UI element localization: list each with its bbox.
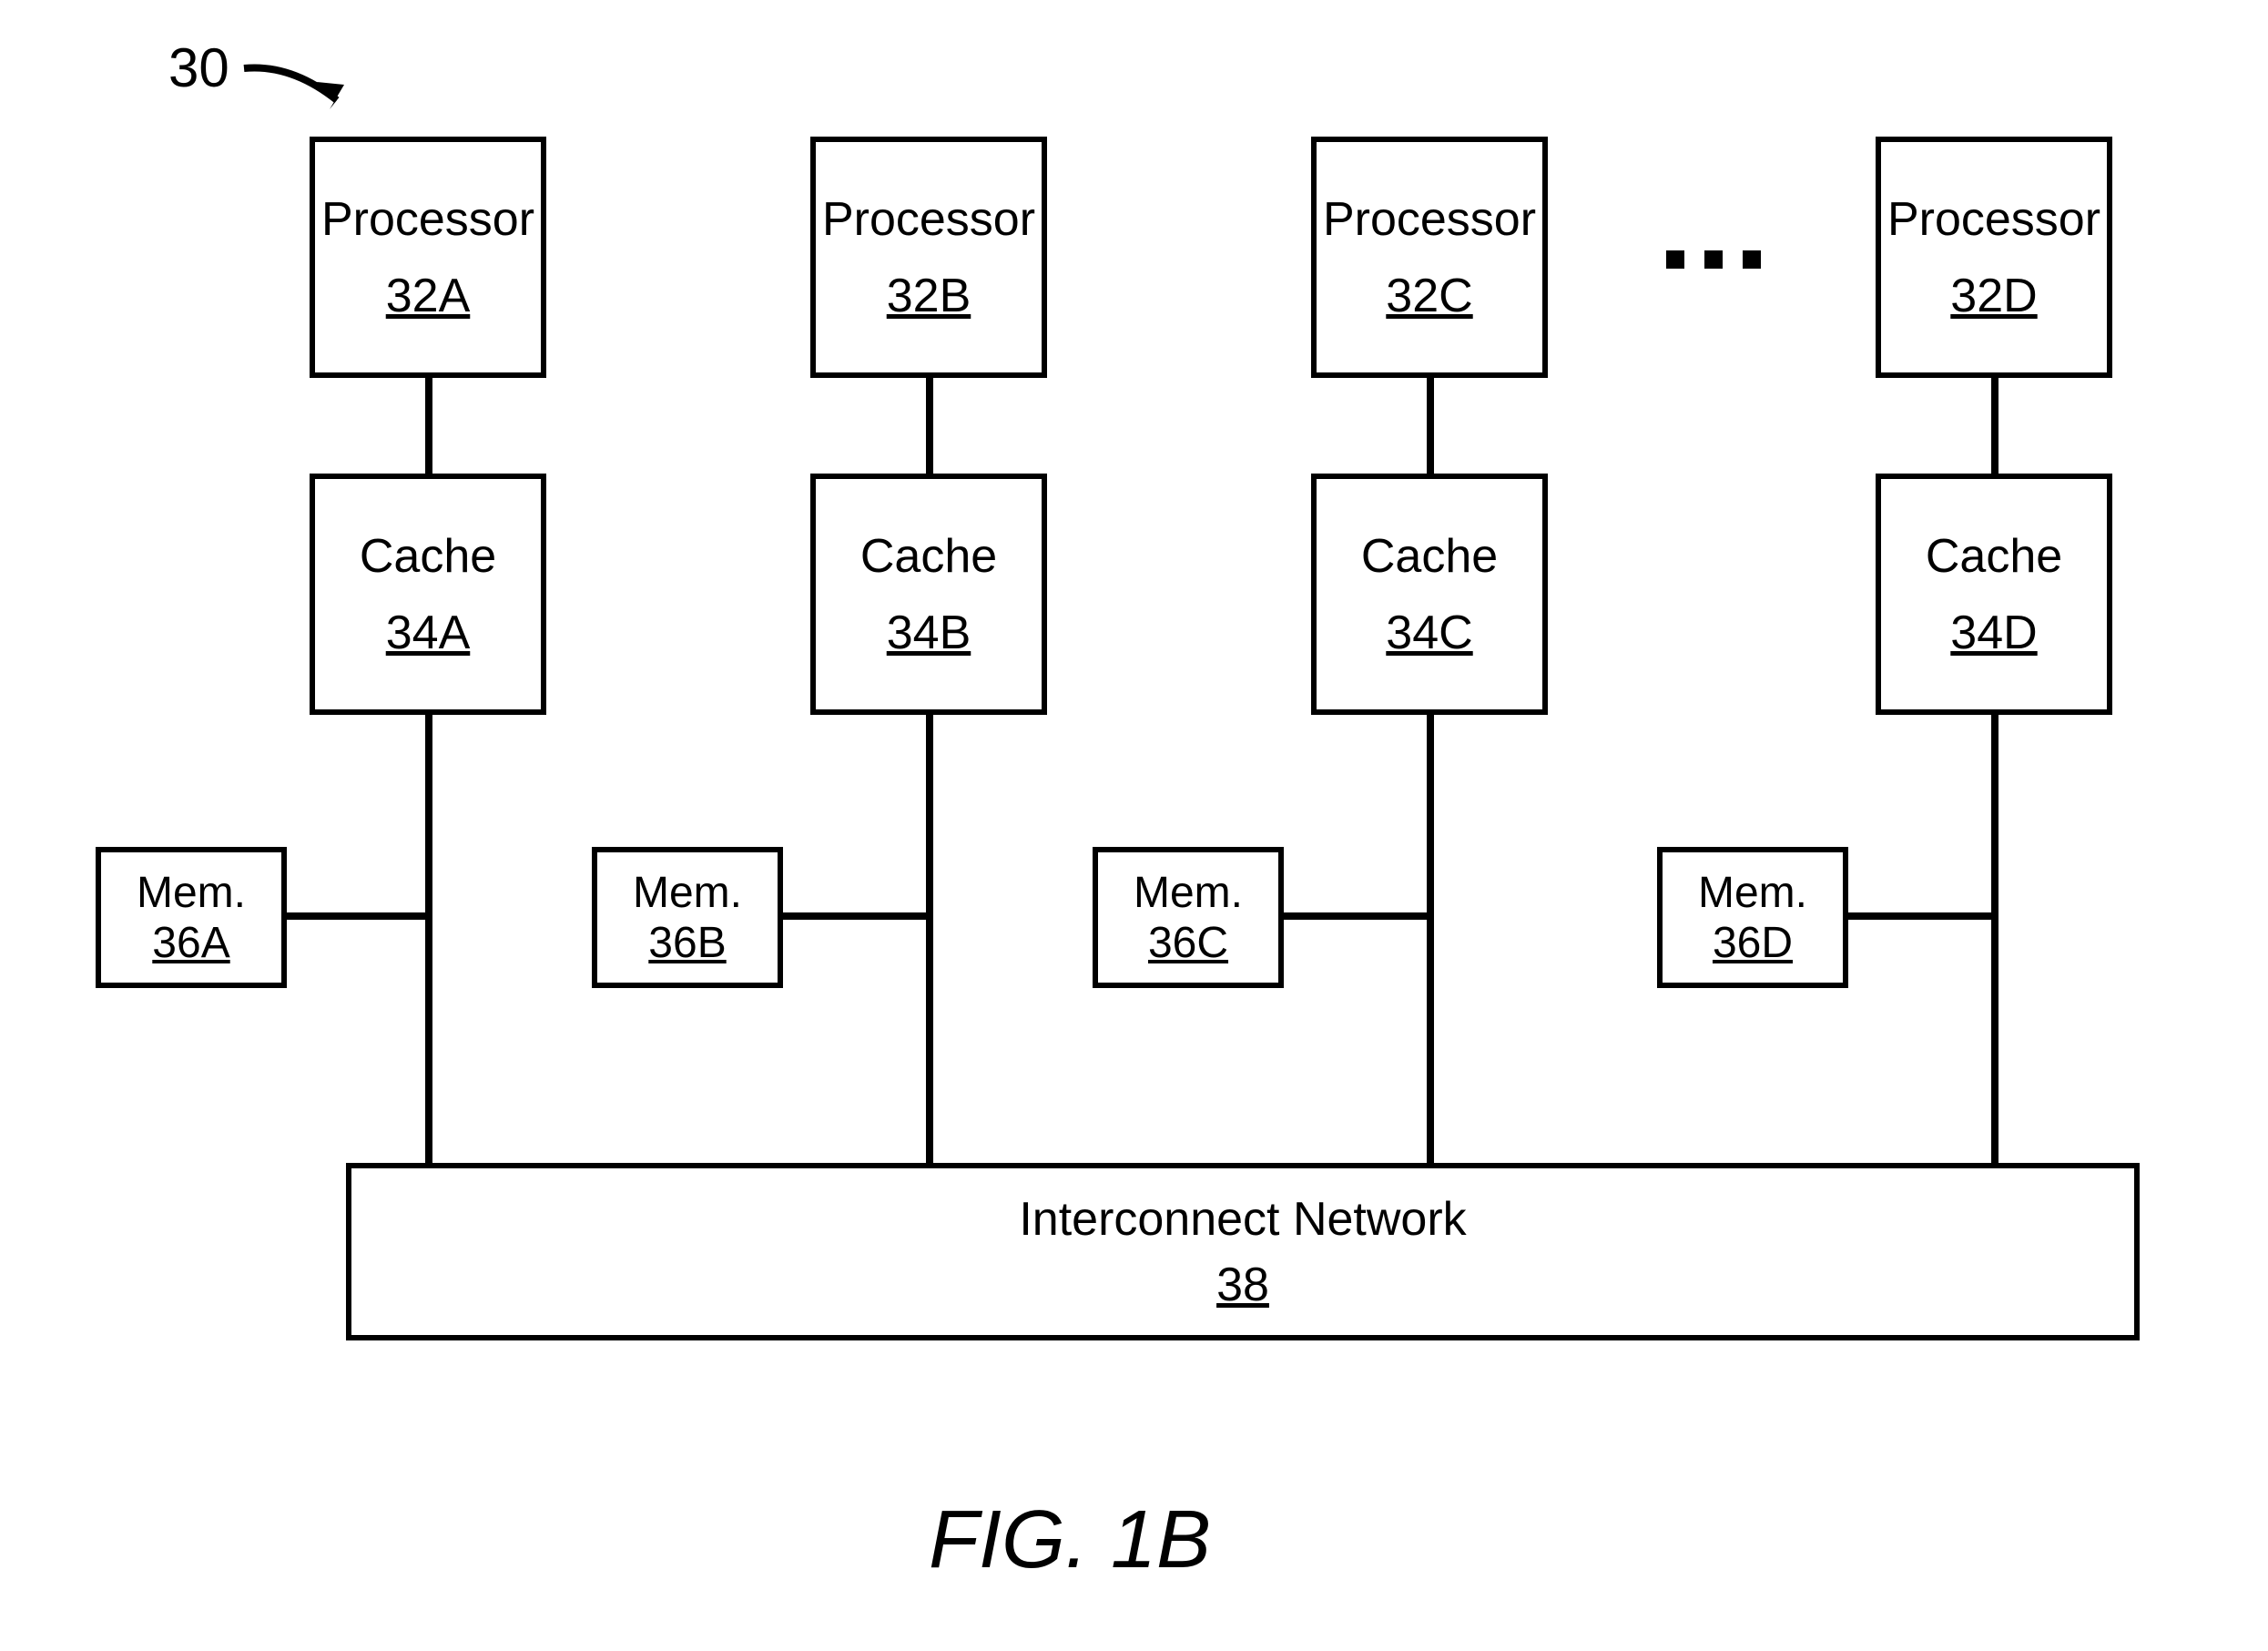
processor-id: 32B	[887, 269, 971, 323]
processor-label: Processor	[1887, 191, 2100, 248]
connector-line	[1848, 912, 1995, 920]
cache-id: 34C	[1386, 606, 1472, 660]
connector-line	[1991, 378, 1998, 474]
memory-label: Mem.	[1134, 868, 1243, 918]
cache-box-a: Cache 34A	[310, 474, 546, 715]
connector-line	[1284, 912, 1430, 920]
processor-id: 32C	[1386, 269, 1472, 323]
memory-box-d: Mem. 36D	[1657, 847, 1848, 988]
processor-label: Processor	[321, 191, 534, 248]
cache-box-c: Cache 34C	[1311, 474, 1548, 715]
connector-line	[926, 715, 933, 1163]
processor-box-b: Processor 32B	[810, 137, 1047, 378]
memory-label: Mem.	[1698, 868, 1807, 918]
cache-label: Cache	[1926, 528, 2062, 585]
cache-label: Cache	[860, 528, 997, 585]
cache-id: 34B	[887, 606, 971, 660]
cache-id: 34A	[386, 606, 471, 660]
connector-line	[425, 378, 432, 474]
memory-box-b: Mem. 36B	[592, 847, 783, 988]
memory-box-c: Mem. 36C	[1093, 847, 1284, 988]
interconnect-label: Interconnect Network	[1019, 1191, 1466, 1248]
interconnect-id: 38	[1216, 1258, 1269, 1312]
memory-label: Mem.	[633, 868, 742, 918]
figure-caption: FIG. 1B	[929, 1493, 1211, 1587]
memory-id: 36A	[152, 918, 229, 968]
connector-line	[1427, 715, 1434, 1163]
processor-label: Processor	[822, 191, 1035, 248]
diagram-ref-number: 30	[168, 36, 229, 99]
cache-id: 34D	[1950, 606, 2037, 660]
cache-label: Cache	[360, 528, 496, 585]
connector-line	[1427, 378, 1434, 474]
connector-line	[1991, 715, 1998, 1163]
memory-label: Mem.	[137, 868, 246, 918]
interconnect-box: Interconnect Network 38	[346, 1163, 2140, 1340]
memory-id: 36D	[1713, 918, 1793, 968]
cache-box-d: Cache 34D	[1876, 474, 2112, 715]
connector-line	[783, 912, 930, 920]
processor-box-d: Processor 32D	[1876, 137, 2112, 378]
processor-box-c: Processor 32C	[1311, 137, 1548, 378]
memory-id: 36C	[1148, 918, 1228, 968]
processor-id: 32D	[1950, 269, 2037, 323]
ellipsis-icon	[1666, 250, 1761, 269]
processor-id: 32A	[386, 269, 471, 323]
ref-arrow-icon	[237, 50, 382, 123]
connector-line	[926, 378, 933, 474]
processor-label: Processor	[1323, 191, 1536, 248]
connector-line	[425, 715, 432, 1163]
cache-box-b: Cache 34B	[810, 474, 1047, 715]
connector-line	[287, 912, 429, 920]
cache-label: Cache	[1361, 528, 1498, 585]
memory-box-a: Mem. 36A	[96, 847, 287, 988]
memory-id: 36B	[648, 918, 726, 968]
diagram-canvas: 30 Processor 32A Cache 34A Mem. 36A Proc…	[0, 0, 2268, 1651]
processor-box-a: Processor 32A	[310, 137, 546, 378]
